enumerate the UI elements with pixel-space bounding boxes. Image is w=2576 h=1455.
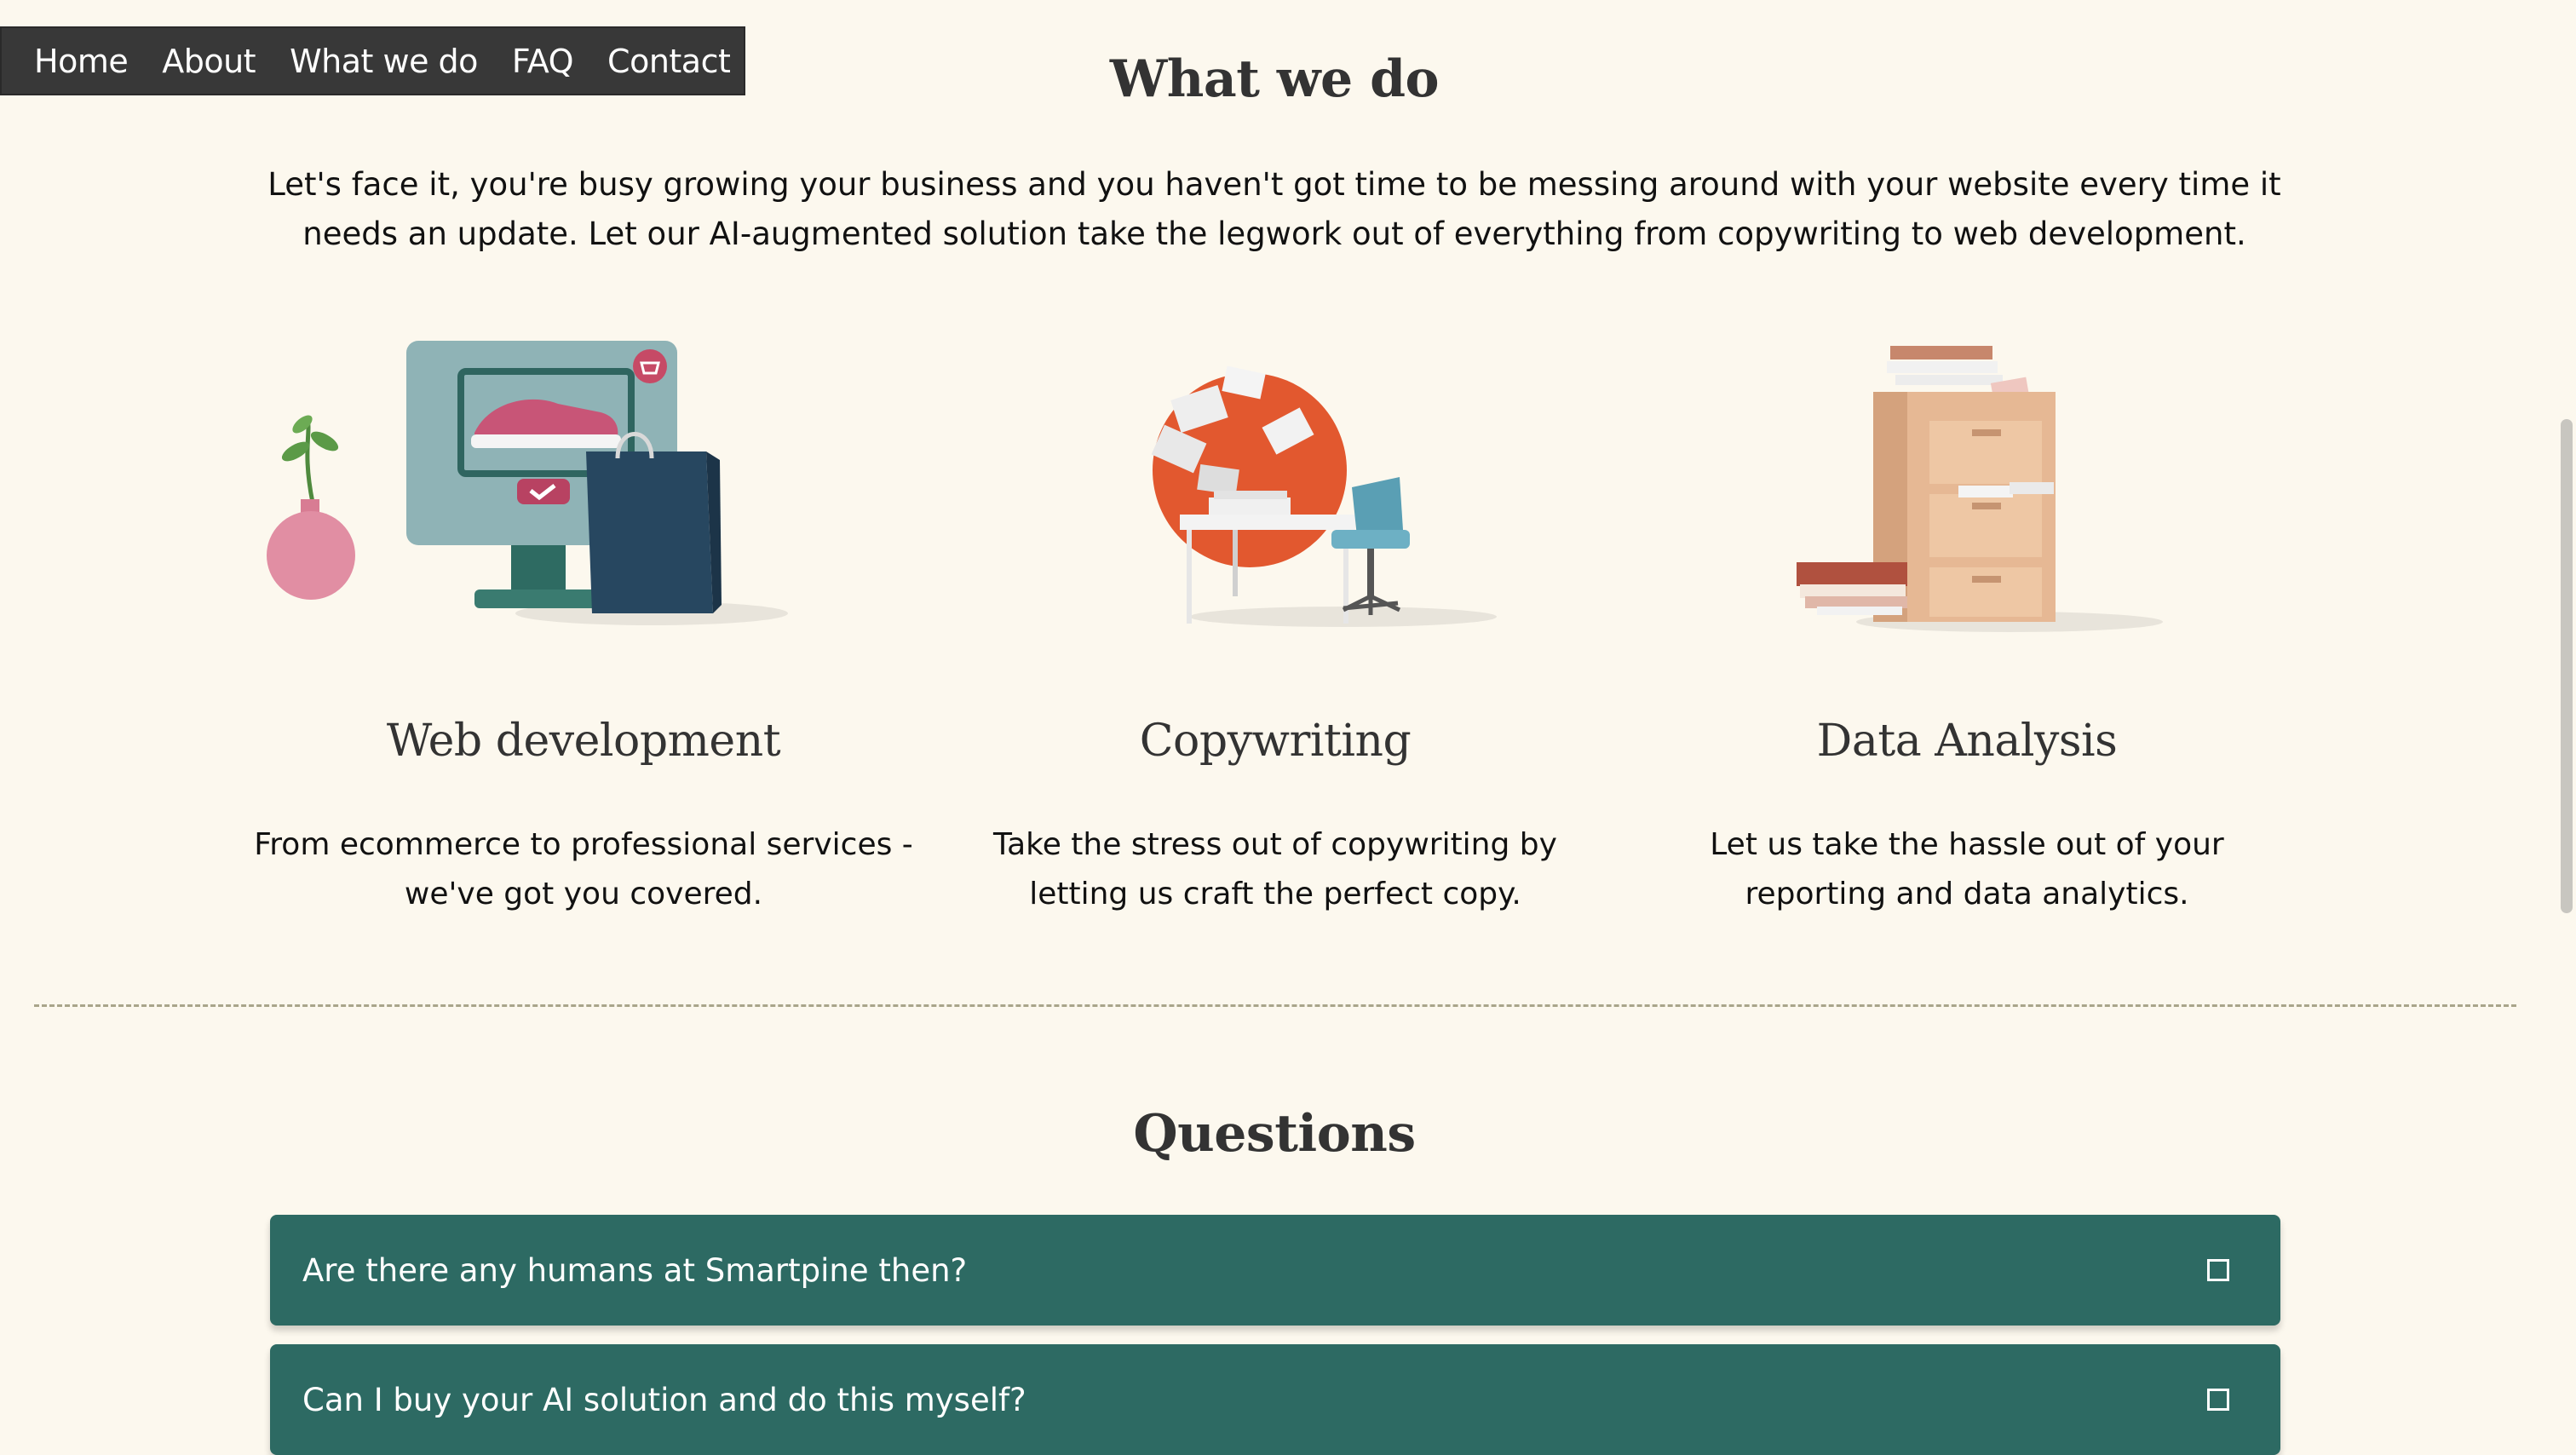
ecommerce-illustration-icon bbox=[267, 341, 788, 625]
card-title-data-analysis: Data Analysis bbox=[1816, 716, 2118, 767]
faq-item[interactable]: Are there any humans at Smartpine then? bbox=[270, 1215, 2280, 1326]
desk-papers-illustration-icon bbox=[1151, 365, 1497, 627]
scrollbar-thumb[interactable] bbox=[2561, 419, 2573, 913]
card-text-web-development: From ecommerce to professional services … bbox=[254, 827, 913, 912]
nav-faq[interactable]: FAQ bbox=[512, 43, 574, 80]
faq-question: Are there any humans at Smartpine then? bbox=[302, 1251, 968, 1289]
nav-home[interactable]: Home bbox=[34, 43, 129, 80]
what-we-do-intro: Let's face it, you're busy growing your … bbox=[267, 166, 2281, 252]
card-text-copywriting: Take the stress out of copywriting by le… bbox=[993, 827, 1557, 912]
checkbox-icon[interactable] bbox=[2207, 1259, 2229, 1281]
filing-cabinet-illustration-icon bbox=[1797, 346, 2163, 632]
card-title-web-development: Web development bbox=[386, 716, 781, 767]
faq-question: Can I buy your AI solution and do this m… bbox=[302, 1381, 1026, 1418]
faq-item[interactable]: Can I buy your AI solution and do this m… bbox=[270, 1344, 2280, 1455]
checkbox-icon[interactable] bbox=[2207, 1389, 2229, 1411]
section-divider bbox=[34, 1004, 2516, 1007]
nav-about[interactable]: About bbox=[162, 43, 256, 80]
nav-what-we-do[interactable]: What we do bbox=[290, 43, 478, 80]
questions-title: Questions bbox=[1133, 1104, 1416, 1164]
nav-contact[interactable]: Contact bbox=[607, 43, 731, 80]
vertical-scrollbar[interactable] bbox=[2554, 0, 2576, 1453]
card-text-data-analysis: Let us take the hassle out of your repor… bbox=[1710, 827, 2224, 912]
main-nav: Home About What we do FAQ Contact bbox=[0, 26, 745, 95]
card-title-copywriting: Copywriting bbox=[1139, 716, 1412, 767]
